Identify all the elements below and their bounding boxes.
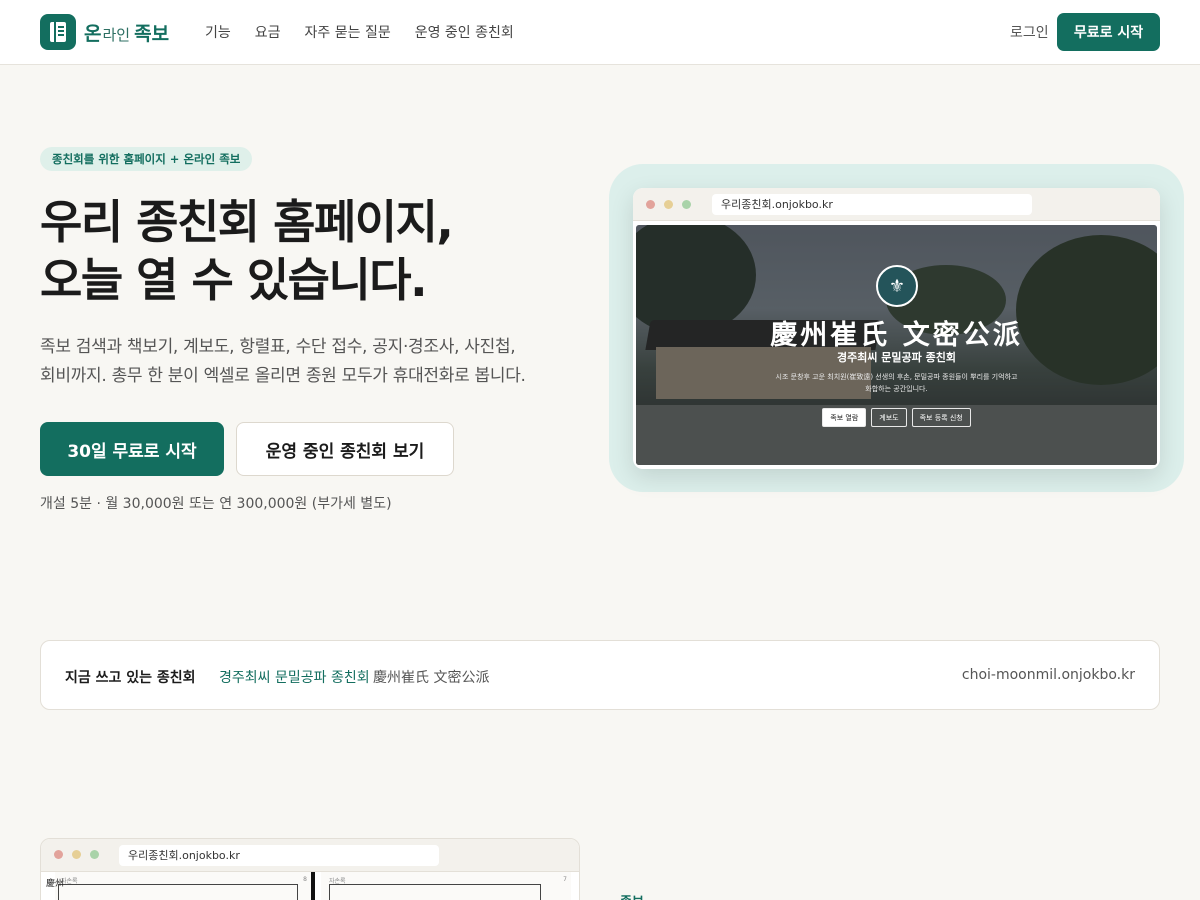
section-label: 족보: [620, 891, 644, 900]
preview-desc-line1: 시조 문창후 고운 최치원(崔致遠) 선생의 후손, 문밀공파 종원들이 뿌리를…: [775, 373, 1018, 381]
hero-description: 족보 검색과 책보기, 계보도, 항렬표, 수단 접수, 공지·경조사, 사진첩…: [40, 333, 590, 391]
preview-buttons: 족보 열람 계보도 족보 등록 신청: [636, 408, 1157, 427]
logo-jokbo: 족보: [134, 22, 170, 45]
preview-genealogy-button[interactable]: 계보도: [871, 408, 907, 427]
active-clan-url[interactable]: choi-moonmil.onjokbo.kr: [962, 667, 1135, 683]
page-left-number: 8: [303, 876, 307, 883]
book-spine: [311, 872, 315, 900]
start-free-button[interactable]: 무료로 시작: [1057, 13, 1160, 51]
logo-on: 온: [84, 22, 102, 45]
preview-url-bar: 우리종친회.onjokbo.kr: [712, 194, 1032, 215]
minimize-dot-icon: [72, 850, 81, 859]
book-preview-window: 우리종친회.onjokbo.kr 자손록 8 자손록 7 慶州: [40, 838, 580, 900]
preview-register-button[interactable]: 족보 등록 신청: [911, 408, 971, 427]
preview-jokbo-view-button[interactable]: 족보 열람: [822, 408, 867, 427]
book-url-bar: 우리종친회.onjokbo.kr: [119, 845, 439, 866]
preview-clan-title: 慶州崔氏 文密公派: [770, 320, 1023, 351]
nav-faq[interactable]: 자주 묻는 질문: [305, 22, 391, 42]
logo[interactable]: 온 라인 족보: [40, 14, 169, 50]
book-window-titlebar: 우리종친회.onjokbo.kr: [41, 839, 579, 872]
clan-emblem-icon: ⚜: [876, 265, 918, 307]
close-dot-icon: [646, 200, 655, 209]
book-side-hanja: 慶州: [46, 879, 65, 889]
view-clans-button[interactable]: 운영 중인 종친회 보기: [236, 422, 454, 476]
login-link[interactable]: 로그인: [1010, 22, 1049, 42]
preview-desc-line2: 화합하는 공간입니다.: [865, 385, 928, 393]
hero-title-line2: 오늘 열 수 있습니다.: [40, 253, 428, 307]
hero-title-line1: 우리 종친회 홈페이지,: [40, 195, 454, 249]
top-header: 온 라인 족보 기능 요금 자주 묻는 질문 운영 중인 종친회 로그인 무료로…: [0, 0, 1200, 65]
hero-desc-line1: 족보 검색과 책보기, 계보도, 항렬표, 수단 접수, 공지·경조사, 사진첩…: [40, 337, 516, 357]
nav-active-clans[interactable]: 운영 중인 종친회: [415, 22, 514, 42]
preview-browser-window: 우리종친회.onjokbo.kr ⚜ 慶州崔氏 文密公派 경주최씨 문밀공파 종…: [633, 188, 1160, 469]
logo-text: 온 라인 족보: [84, 19, 169, 46]
preview-clan-description: 시조 문창후 고운 최치원(崔致遠) 선생의 후손, 문밀공파 종원들이 뿌리를…: [636, 371, 1157, 395]
main-nav: 기능 요금 자주 묻는 질문 운영 중인 종친회: [205, 22, 514, 42]
logo-rain: 라인: [102, 25, 131, 44]
active-clan-strip: 지금 쓰고 있는 종친회 경주최씨 문밀공파 종친회 慶州崔氏 文密公派 cho…: [40, 640, 1160, 710]
preview-clan-subtitle: 경주최씨 문밀공파 종친회: [837, 351, 956, 364]
maximize-dot-icon: [682, 200, 691, 209]
active-clan-label: 지금 쓰고 있는 종친회: [65, 670, 196, 686]
book-page-left: 자손록 8: [55, 872, 311, 900]
hero-title: 우리 종친회 홈페이지, 오늘 열 수 있습니다.: [40, 193, 454, 309]
close-dot-icon: [54, 850, 63, 859]
hero-badge: 종친회를 위한 홈페이지 + 온라인 족보: [40, 147, 253, 171]
preview-hero-image: ⚜ 慶州崔氏 文密公派 경주최씨 문밀공파 종친회 시조 문창후 고운 최치원(…: [636, 225, 1157, 465]
active-clan-link[interactable]: 경주최씨 문밀공파 종친회: [219, 667, 370, 687]
free-trial-button[interactable]: 30일 무료로 시작: [40, 422, 224, 476]
pricing-note: 개설 5분 · 월 30,000원 또는 연 300,000원 (부가세 별도): [40, 496, 392, 512]
book-page-right: 자손록 7: [321, 872, 571, 900]
nav-pricing[interactable]: 요금: [255, 22, 281, 42]
page-right-number: 7: [563, 876, 567, 883]
hero-desc-line2: 회비까지. 총무 한 분이 엑셀로 올리면 종원 모두가 휴대전화로 봅니다.: [40, 366, 526, 386]
book-icon: [40, 14, 76, 50]
minimize-dot-icon: [664, 200, 673, 209]
maximize-dot-icon: [90, 850, 99, 859]
active-clan-hanja: 慶州崔氏 文密公派: [373, 670, 490, 686]
nav-features[interactable]: 기능: [205, 22, 231, 42]
window-titlebar: 우리종친회.onjokbo.kr: [633, 188, 1160, 221]
